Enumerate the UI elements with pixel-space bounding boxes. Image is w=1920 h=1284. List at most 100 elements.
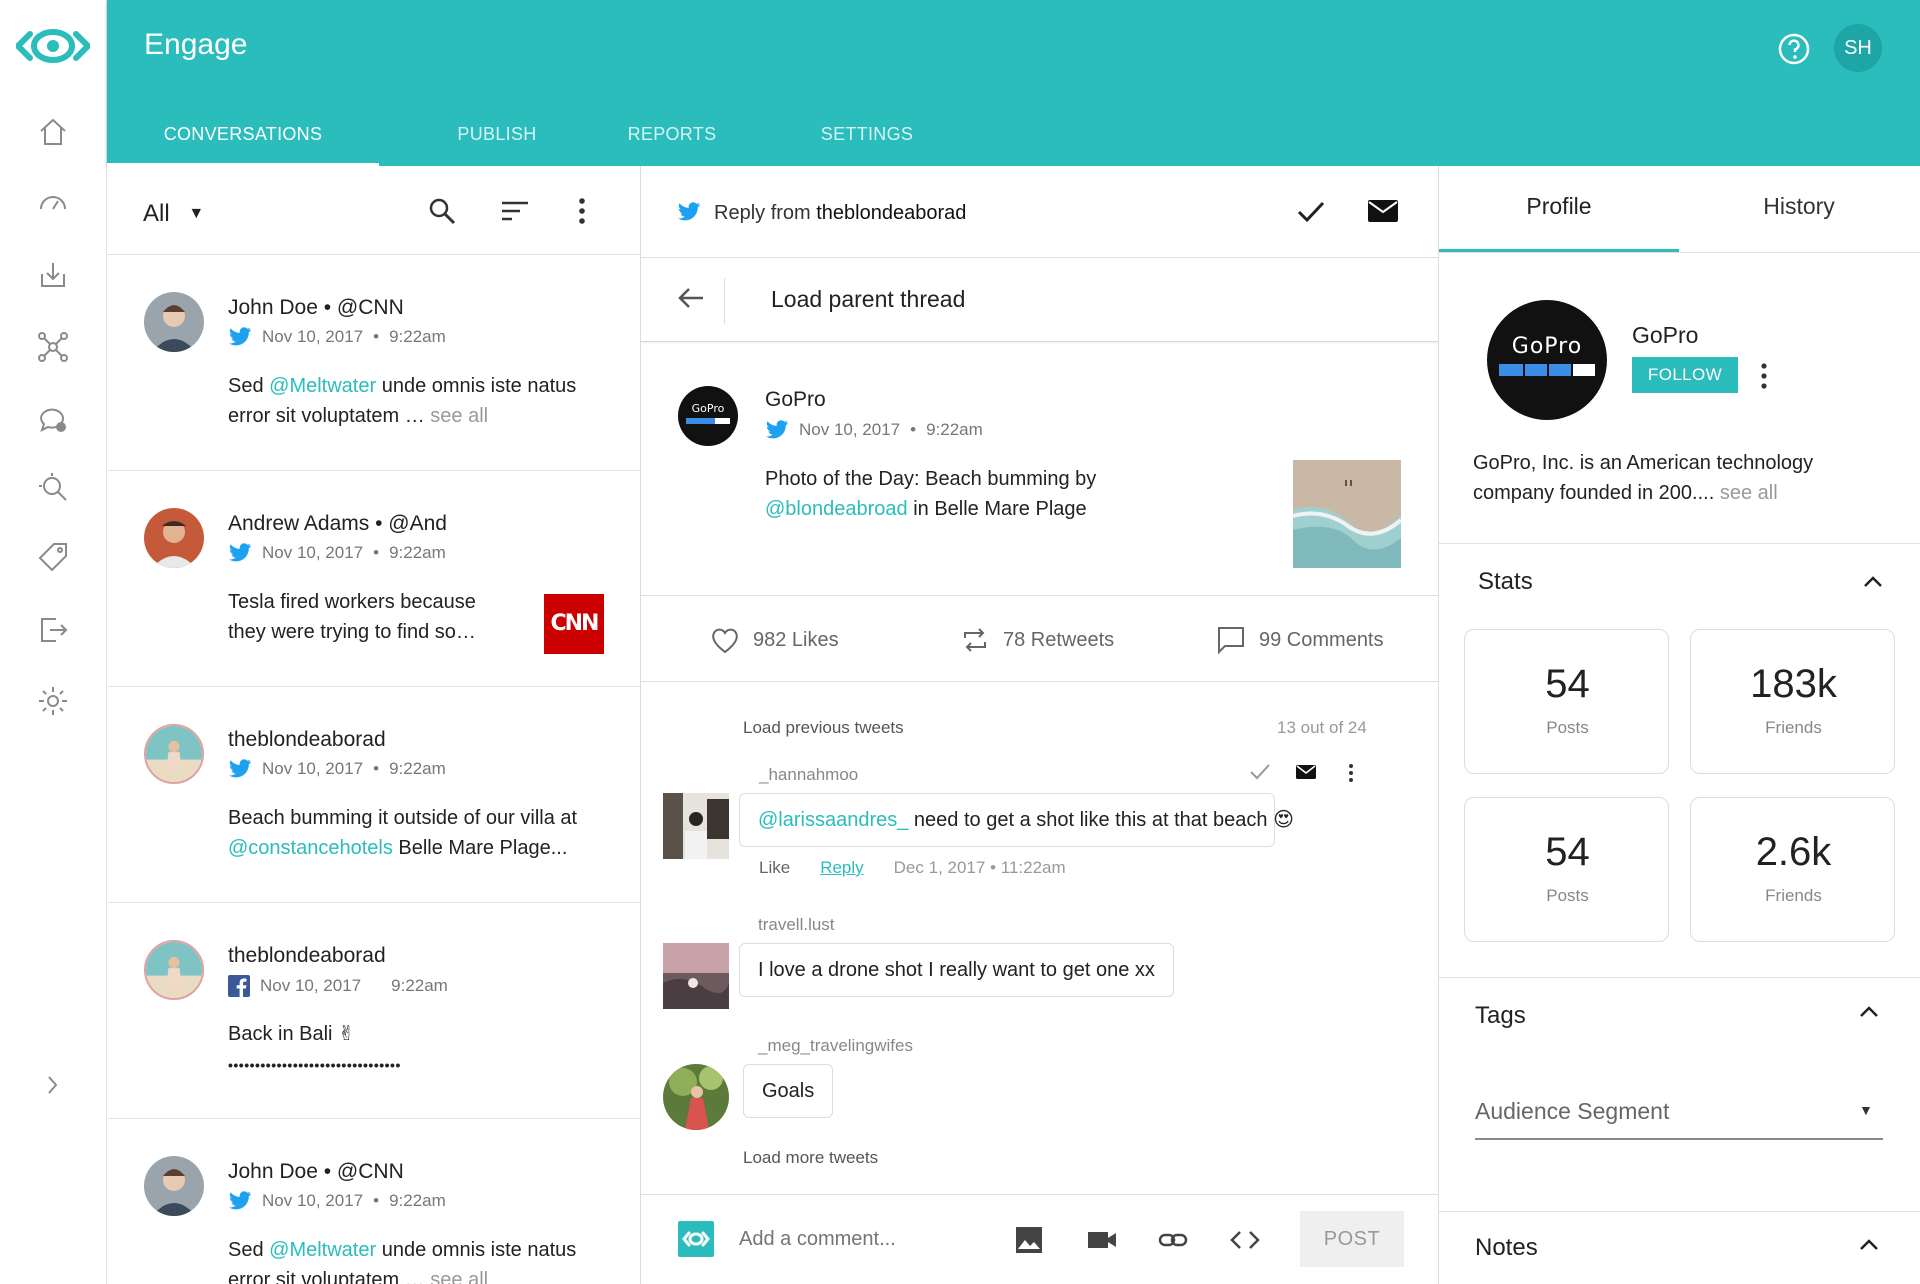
post-text: Sed @Meltwater unde omnis iste natus err… bbox=[228, 1235, 608, 1284]
audience-segment-select[interactable]: Audience Segment ▼ bbox=[1475, 1098, 1883, 1140]
load-previous-link[interactable]: Load previous tweets bbox=[743, 718, 904, 738]
post-time: 9:22am bbox=[389, 759, 446, 778]
author-name: theblondeaborad bbox=[228, 944, 386, 967]
settings-gear-icon[interactable] bbox=[36, 684, 70, 718]
image-icon[interactable] bbox=[1013, 1224, 1045, 1261]
avatar bbox=[144, 1156, 204, 1216]
parent-post: GoPro GoPro Nov 10, 2017 • 9:22am Photo … bbox=[641, 342, 1438, 596]
see-all-link[interactable]: see all bbox=[1720, 482, 1778, 504]
load-parent-label: Load parent thread bbox=[771, 286, 966, 312]
mention-link[interactable]: @Meltwater bbox=[269, 1239, 376, 1261]
more-vertical-icon[interactable] bbox=[1760, 362, 1768, 395]
comments-stat[interactable]: 99 Comments bbox=[1215, 624, 1384, 656]
tab-profile[interactable]: Profile bbox=[1439, 166, 1679, 252]
like-link[interactable]: Like bbox=[759, 858, 790, 878]
left-rail bbox=[0, 0, 107, 1284]
post-thumbnail[interactable]: CNN bbox=[544, 594, 604, 654]
reply-link[interactable]: Reply bbox=[820, 858, 863, 878]
code-icon[interactable] bbox=[1229, 1224, 1261, 1261]
stat-label: Posts bbox=[1546, 886, 1589, 905]
list-item[interactable]: theblondeaborad Nov 10, 2017 9:22am Back… bbox=[107, 903, 640, 1119]
likes-stat[interactable]: 982 Likes bbox=[709, 624, 839, 656]
text-part: in Belle Mare Plage bbox=[907, 498, 1087, 520]
more-vertical-icon[interactable] bbox=[1348, 763, 1354, 788]
reply-username[interactable]: _hannahmoo bbox=[759, 765, 858, 785]
mail-icon[interactable] bbox=[1367, 199, 1399, 228]
meta-separator: • bbox=[373, 759, 380, 778]
mention-link[interactable]: @Meltwater bbox=[269, 375, 376, 397]
app-header: Engage SH CONVERSATIONS PUBLISH REPORTS … bbox=[107, 0, 1920, 166]
tweet-count: 13 out of 24 bbox=[1277, 718, 1367, 737]
retweets-stat[interactable]: 78 Retweets bbox=[959, 624, 1114, 656]
reply-username[interactable]: _meg_travelingwifes bbox=[758, 1036, 913, 1056]
sort-icon[interactable] bbox=[500, 199, 530, 228]
chevron-right-icon[interactable] bbox=[36, 1068, 70, 1102]
reply-avatar bbox=[663, 943, 729, 1009]
post-button[interactable]: POST bbox=[1300, 1211, 1404, 1267]
post-image[interactable] bbox=[1293, 460, 1401, 568]
tab-history[interactable]: History bbox=[1679, 166, 1919, 252]
load-parent-bar[interactable]: Load parent thread bbox=[641, 258, 1438, 342]
tab-settings[interactable]: SETTINGS bbox=[787, 108, 947, 166]
meltwater-logo-icon[interactable] bbox=[15, 26, 91, 66]
twitter-icon bbox=[229, 1191, 251, 1210]
mail-icon[interactable] bbox=[1295, 764, 1317, 785]
help-icon[interactable] bbox=[1777, 32, 1811, 66]
network-icon[interactable] bbox=[36, 330, 70, 364]
list-item[interactable]: Andrew Adams • @And Nov 10, 2017 • 9:22a… bbox=[107, 471, 640, 687]
list-item[interactable]: theblondeaborad Nov 10, 2017 • 9:22am Be… bbox=[107, 687, 640, 903]
post-time: 9:22am bbox=[926, 420, 983, 439]
stat-card: 2.6k Friends bbox=[1690, 797, 1895, 942]
check-icon[interactable] bbox=[1296, 199, 1326, 230]
video-icon[interactable] bbox=[1086, 1224, 1118, 1261]
avatar bbox=[144, 292, 204, 352]
chevron-up-icon[interactable] bbox=[1861, 570, 1885, 599]
follow-button[interactable]: FOLLOW bbox=[1632, 357, 1738, 393]
tab-publish[interactable]: PUBLISH bbox=[417, 108, 577, 166]
reply-avatar bbox=[663, 793, 729, 859]
search-icon[interactable] bbox=[427, 196, 457, 231]
mention-link[interactable]: @constancehotels bbox=[228, 837, 393, 859]
chevron-up-icon[interactable] bbox=[1857, 1233, 1881, 1262]
tag-icon[interactable] bbox=[36, 540, 70, 574]
home-icon[interactable] bbox=[36, 115, 70, 149]
reply-user[interactable]: theblondeaborad bbox=[816, 202, 966, 224]
inbox-download-icon[interactable] bbox=[36, 258, 70, 292]
post-time: 9:22am bbox=[391, 976, 448, 995]
chat-icon[interactable] bbox=[36, 402, 70, 436]
stat-value: 54 bbox=[1545, 830, 1590, 874]
dotted-separator: •••••••••••••••••••••••••••••••• bbox=[228, 1057, 401, 1073]
export-icon[interactable] bbox=[36, 613, 70, 647]
chevron-up-icon[interactable] bbox=[1857, 1000, 1881, 1029]
post-meta: Nov 10, 2017 9:22am bbox=[228, 975, 448, 997]
check-icon[interactable] bbox=[1249, 762, 1271, 787]
divider bbox=[1439, 252, 1920, 253]
filter-dropdown[interactable]: All ▼ bbox=[143, 200, 204, 228]
see-all-link[interactable]: see all bbox=[430, 405, 488, 427]
twitter-icon bbox=[229, 759, 251, 778]
list-item[interactable]: John Doe • @CNN Nov 10, 2017 • 9:22am Se… bbox=[107, 1119, 640, 1284]
post-time: 9:22am bbox=[389, 327, 446, 346]
back-arrow-icon[interactable] bbox=[677, 286, 705, 315]
select-placeholder: Audience Segment bbox=[1475, 1098, 1670, 1124]
tab-reports[interactable]: REPORTS bbox=[592, 108, 752, 166]
link-icon[interactable] bbox=[1157, 1224, 1189, 1261]
user-avatar[interactable]: SH bbox=[1834, 24, 1882, 72]
mention-link[interactable]: @larissaandres_ bbox=[758, 809, 908, 831]
see-all-link[interactable]: see all bbox=[430, 1269, 488, 1284]
mention-link[interactable]: @blondeabroad bbox=[765, 498, 908, 520]
load-more-link[interactable]: Load more tweets bbox=[743, 1148, 878, 1168]
twitter-icon bbox=[678, 202, 700, 221]
dashboard-icon[interactable] bbox=[36, 185, 70, 219]
search-insights-icon[interactable] bbox=[36, 470, 70, 504]
gopro-logo-bar bbox=[686, 418, 730, 424]
comment-input[interactable] bbox=[739, 1217, 979, 1261]
list-item[interactable]: John Doe • @CNN Nov 10, 2017 • 9:22am Se… bbox=[107, 255, 640, 471]
caret-down-icon: ▼ bbox=[1859, 1102, 1873, 1118]
post-meta: Nov 10, 2017 • 9:22am bbox=[765, 420, 983, 440]
comment-composer: POST bbox=[641, 1194, 1438, 1284]
meta-separator: • bbox=[373, 543, 380, 562]
reply-username[interactable]: travell.lust bbox=[758, 915, 835, 935]
more-vertical-icon[interactable] bbox=[577, 196, 587, 231]
tab-conversations[interactable]: CONVERSATIONS bbox=[107, 108, 379, 166]
